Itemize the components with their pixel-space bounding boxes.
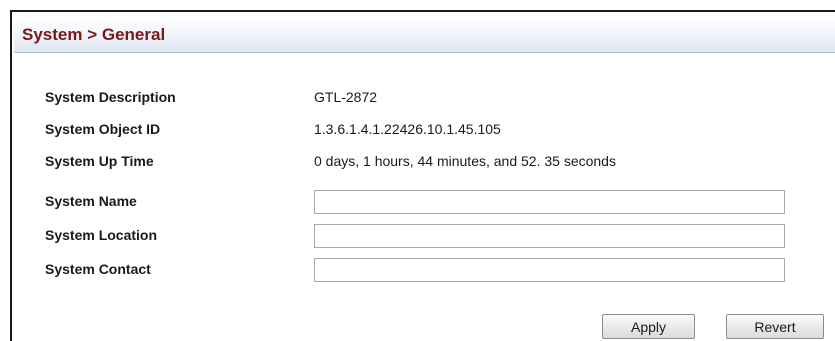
system-up-time-label: System Up Time	[45, 153, 154, 169]
system-up-time-value: 0 days, 1 hours, 44 minutes, and 52. 35 …	[314, 153, 616, 169]
page-panel: System > General System Description GTL-…	[10, 10, 835, 341]
system-object-id-value: 1.3.6.1.4.1.22426.10.1.45.105	[314, 121, 501, 137]
apply-button[interactable]: Apply	[602, 314, 695, 339]
system-up-time-row: System Up Time 0 days, 1 hours, 44 minut…	[12, 150, 832, 172]
system-location-input[interactable]	[314, 224, 785, 248]
system-description-row: System Description GTL-2872	[12, 86, 832, 108]
system-name-input[interactable]	[314, 190, 785, 214]
system-name-row: System Name	[12, 190, 832, 214]
page-header: System > General	[14, 14, 835, 53]
system-location-row: System Location	[12, 224, 832, 248]
system-location-label: System Location	[45, 227, 158, 243]
system-description-label: System Description	[45, 89, 176, 105]
system-object-id-row: System Object ID 1.3.6.1.4.1.22426.10.1.…	[12, 118, 832, 140]
system-contact-input[interactable]	[314, 258, 785, 282]
system-contact-label: System Contact	[45, 261, 151, 277]
system-name-label: System Name	[45, 193, 137, 209]
system-contact-row: System Contact	[12, 258, 832, 282]
system-description-value: GTL-2872	[314, 89, 378, 105]
revert-button[interactable]: Revert	[726, 314, 824, 339]
page-title: System > General	[22, 25, 166, 44]
system-object-id-label: System Object ID	[45, 121, 161, 137]
